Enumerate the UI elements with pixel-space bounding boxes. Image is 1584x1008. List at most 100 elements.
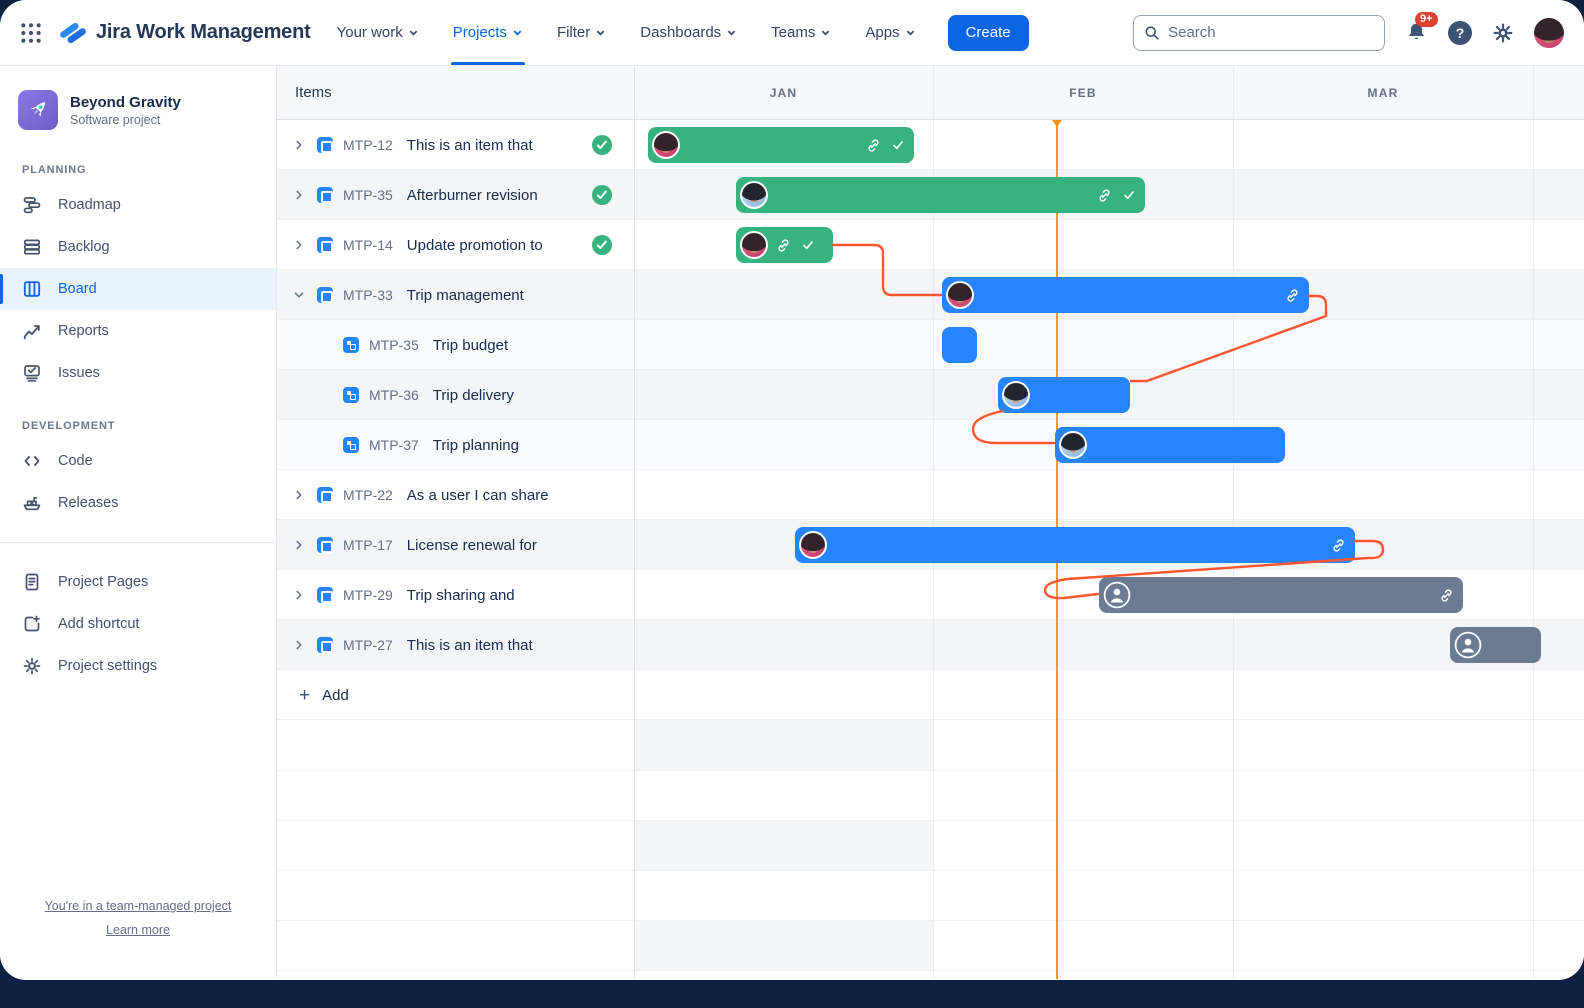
assignee-avatar [740, 231, 768, 259]
issues-icon [22, 363, 42, 383]
sidebar-item-issues[interactable]: Issues [0, 352, 276, 394]
sidebar-item-board[interactable]: Board [0, 268, 276, 310]
board-icon [22, 279, 42, 299]
document-icon [22, 572, 42, 592]
nav-item-dashboards[interactable]: Dashboards [640, 0, 737, 65]
link-icon [1285, 288, 1300, 303]
rocket-icon [25, 97, 51, 123]
sidebar-item-label: Releases [58, 495, 118, 511]
sidebar-item-label: Issues [58, 365, 100, 381]
chevron-down-icon [512, 27, 523, 38]
search-input[interactable] [1168, 24, 1374, 41]
gantt-bar-mtp-33[interactable] [942, 277, 1309, 313]
sidebar-item-label: Code [58, 453, 93, 469]
timeline-header: Items JAN FEB MAR [277, 66, 1584, 120]
month-label-feb: FEB [933, 86, 1233, 100]
link-icon [1331, 538, 1346, 553]
month-gridline [1533, 66, 1534, 119]
assignee-avatar [799, 531, 827, 559]
settings-button[interactable] [1492, 22, 1514, 44]
sidebar-footer: You're in a team-managed project Learn m… [0, 889, 276, 937]
nav-right-cluster: 9+ ? [1133, 15, 1564, 51]
nav-item-filter[interactable]: Filter [557, 0, 606, 65]
sidebar-item-roadmap[interactable]: Roadmap [0, 184, 276, 226]
nav-item-your-work[interactable]: Your work [337, 0, 419, 65]
gantt-bar-mtp-36[interactable] [998, 377, 1130, 413]
assignee-avatar [946, 281, 974, 309]
jira-logo-icon [58, 18, 88, 48]
gantt-bar-mtp-14[interactable] [736, 227, 833, 263]
app-window: Jira Work Management Your work Projects … [0, 0, 1584, 980]
sidebar-item-releases[interactable]: Releases [0, 482, 276, 524]
month-gridline [933, 66, 934, 119]
sidebar-item-backlog[interactable]: Backlog [0, 226, 276, 268]
sidebar-item-label: Add shortcut [58, 616, 139, 632]
project-sidebar: Beyond Gravity Software project PLANNING… [0, 66, 277, 979]
project-type: Software project [70, 113, 181, 127]
chevron-down-icon [595, 27, 606, 38]
top-navigation: Jira Work Management Your work Projects … [0, 0, 1584, 66]
sidebar-item-label: Board [58, 281, 97, 297]
gantt-bar-mtp-12[interactable] [648, 127, 914, 163]
chevron-down-icon [726, 27, 737, 38]
sidebar-item-label: Roadmap [58, 197, 121, 213]
nav-item-projects[interactable]: Projects [453, 0, 523, 65]
nav-menu: Your work Projects Filter Dashboards Tea… [337, 0, 916, 65]
month-label-jan: JAN [634, 86, 933, 100]
gantt-bar-mtp-35[interactable] [942, 327, 977, 363]
user-avatar[interactable] [1534, 18, 1564, 48]
sidebar-item-reports[interactable]: Reports [0, 310, 276, 352]
items-column-header: Items [295, 84, 332, 101]
notifications-button[interactable]: 9+ [1405, 21, 1428, 44]
team-managed-link[interactable]: You're in a team-managed project [0, 899, 276, 913]
month-gridline [1233, 66, 1234, 119]
sidebar-item-code[interactable]: Code [0, 440, 276, 482]
search-box[interactable] [1133, 15, 1385, 51]
section-title-planning: PLANNING [0, 138, 276, 184]
sidebar-item-label: Project settings [58, 658, 157, 674]
link-icon [776, 238, 791, 253]
check-icon [801, 238, 815, 252]
sidebar-item-project-settings[interactable]: Project settings [0, 645, 276, 687]
sidebar-item-add-shortcut[interactable]: Add shortcut [0, 603, 276, 645]
create-button[interactable]: Create [948, 15, 1029, 51]
backlog-icon [22, 237, 42, 257]
assignee-avatar [652, 131, 680, 159]
help-button[interactable]: ? [1448, 21, 1472, 45]
link-icon [1439, 588, 1454, 603]
link-icon [1097, 188, 1112, 203]
reports-icon [22, 321, 42, 341]
chevron-down-icon [408, 27, 419, 38]
nav-item-apps[interactable]: Apps [865, 0, 915, 65]
project-name: Beyond Gravity [70, 94, 181, 111]
roadmap-icon [22, 195, 42, 215]
gantt-bar-mtp-35[interactable] [736, 177, 1145, 213]
gantt-bars-layer [277, 120, 1584, 979]
assignee-avatar [1059, 431, 1087, 459]
app-title: Jira Work Management [96, 21, 311, 44]
ship-icon [22, 493, 42, 513]
app-switcher-icon[interactable] [18, 20, 44, 46]
add-shortcut-icon [22, 614, 42, 634]
question-icon: ? [1448, 21, 1472, 45]
check-icon [1122, 188, 1136, 202]
month-label-mar: MAR [1233, 86, 1533, 100]
link-icon [866, 138, 881, 153]
nav-item-teams[interactable]: Teams [771, 0, 831, 65]
gantt-bar-mtp-29[interactable] [1099, 577, 1463, 613]
person-icon [1454, 631, 1482, 659]
assignee-placeholder-icon [1454, 631, 1482, 659]
sidebar-item-label: Backlog [58, 239, 110, 255]
sidebar-item-project-pages[interactable]: Project Pages [0, 561, 276, 603]
gantt-bar-mtp-17[interactable] [795, 527, 1355, 563]
app-logo[interactable]: Jira Work Management [58, 18, 311, 48]
gantt-bar-mtp-27[interactable] [1450, 627, 1541, 663]
timeline-panel: Items JAN FEB MAR MTP-12This is an item … [277, 66, 1584, 979]
learn-more-link[interactable]: Learn more [0, 923, 276, 937]
code-icon [22, 451, 42, 471]
search-icon [1144, 24, 1160, 42]
project-header[interactable]: Beyond Gravity Software project [0, 90, 276, 138]
items-divider [634, 66, 635, 119]
gear-icon [1492, 22, 1514, 44]
gantt-bar-mtp-37[interactable] [1055, 427, 1285, 463]
